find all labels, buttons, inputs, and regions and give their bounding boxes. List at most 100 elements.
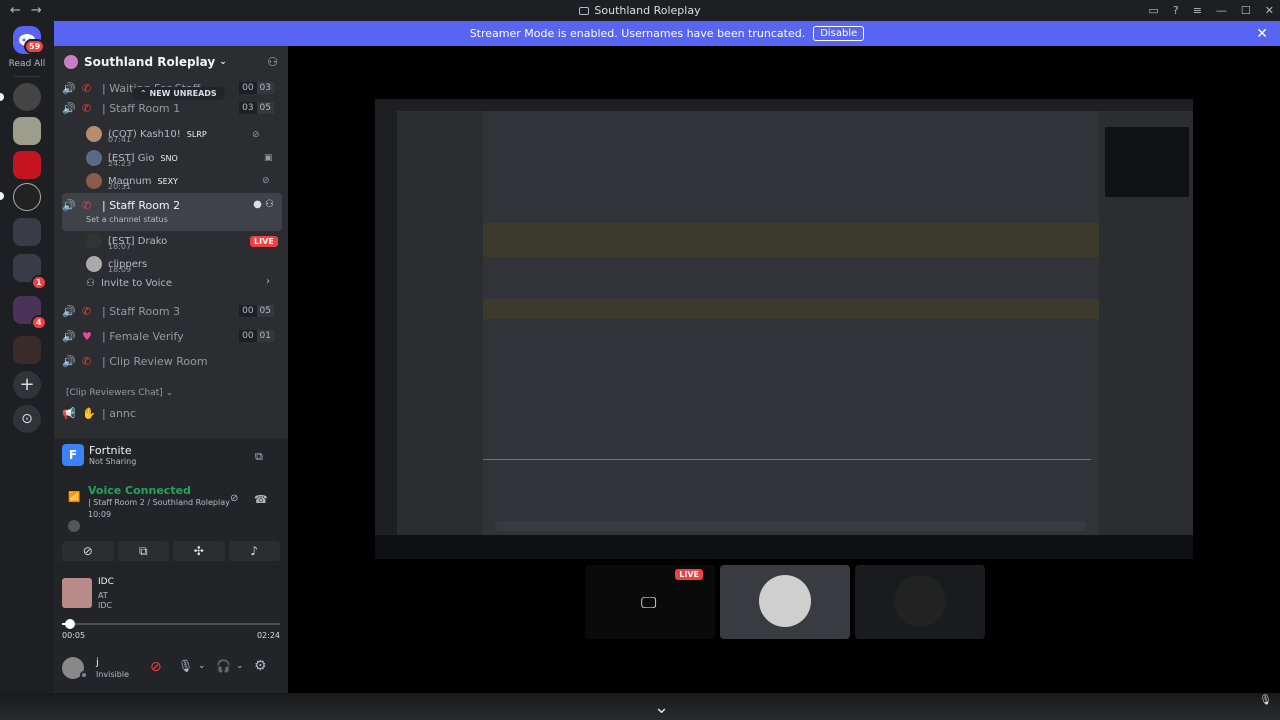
screen-share-button[interactable]: ⧉ bbox=[117, 541, 169, 561]
phone-icon: ✆ bbox=[82, 101, 92, 115]
microphone-icon[interactable]: 🎙 bbox=[178, 659, 193, 673]
voice-channel[interactable]: 🔊 ♥ | Female Verify 00 01 bbox=[62, 324, 282, 348]
phone-icon: ✆ bbox=[82, 199, 92, 212]
invite-to-voice[interactable]: ⚇ Invite to Voice bbox=[86, 272, 172, 294]
voice-user[interactable]: (COT) Kash10! 07:41 SLRP bbox=[86, 123, 207, 145]
voice-status[interactable]: Voice Connected bbox=[88, 484, 191, 497]
stream-off-icon[interactable]: ⊘ bbox=[150, 659, 162, 675]
text-channel[interactable]: 📢 ✋ | annc bbox=[62, 401, 282, 425]
user-panel: j Invisible ⊘ 🎙 ⌄ 🎧 ⌄ ⚙ bbox=[54, 647, 288, 693]
inner-titlebar bbox=[375, 99, 1193, 111]
noise-suppression-icon[interactable]: ⊘ bbox=[230, 493, 238, 504]
avatar bbox=[894, 575, 946, 627]
streamer-mode-banner: Streamer Mode is enabled. Usernames have… bbox=[54, 21, 1280, 46]
stream-screen[interactable] bbox=[375, 99, 1193, 559]
chevron-down-icon[interactable]: ⌄ bbox=[198, 661, 206, 671]
title-bar: ← → Southland Roleplay ▭ ? ≡ — ☐ ✕ bbox=[0, 0, 1280, 21]
voice-user[interactable]: [EST] Drako 18:07 bbox=[86, 230, 167, 252]
channel-status[interactable]: Set a channel status bbox=[86, 215, 168, 224]
headphones-icon[interactable]: 🎧 bbox=[216, 659, 231, 673]
speaker-icon: 🔊 bbox=[62, 81, 76, 95]
channel-sidebar: Southland Roleplay ⌄ ⚇ 🔊✆ | Waiting For … bbox=[54, 46, 288, 693]
server-folder[interactable] bbox=[13, 336, 41, 364]
screen-share-icon bbox=[579, 7, 590, 15]
forward-arrow-icon[interactable]: → bbox=[31, 3, 42, 18]
close-window-button[interactable]: ✕ bbox=[1265, 4, 1274, 17]
back-arrow-icon[interactable]: ← bbox=[10, 3, 21, 18]
live-badge: LIVE bbox=[250, 236, 278, 247]
category-header[interactable]: [Clip Reviewers Chat] ⌄ bbox=[66, 388, 173, 398]
minimize-button[interactable]: — bbox=[1216, 4, 1227, 17]
server-name: Southland Roleplay bbox=[84, 55, 216, 69]
inner-member-list bbox=[1099, 111, 1193, 535]
server-icon[interactable] bbox=[13, 83, 41, 111]
list-icon[interactable]: ≡ bbox=[1193, 4, 1202, 17]
avatar bbox=[68, 520, 80, 532]
voice-user[interactable]: [EST] Gio 24:23 SNO bbox=[86, 147, 178, 169]
add-user-icon: ⚇ bbox=[86, 277, 95, 289]
divider bbox=[14, 76, 40, 77]
soundboard-button[interactable]: ♪ bbox=[228, 541, 280, 561]
voice-channel[interactable]: 🔊 ✆ | Staff Room 1 03 05 bbox=[62, 96, 282, 120]
speaker-icon: 🔊 bbox=[62, 329, 76, 343]
live-badge: LIVE bbox=[675, 569, 703, 580]
speaker-icon: 🔊 bbox=[62, 199, 76, 212]
banner-text: Streamer Mode is enabled. Usernames have… bbox=[469, 27, 806, 40]
deafened-icon: ⊘ bbox=[252, 130, 260, 140]
window-title: Southland Roleplay bbox=[594, 4, 701, 17]
add-server-button[interactable]: + bbox=[13, 371, 41, 399]
voice-channel[interactable]: 🔊 ✆ | Clip Review Room bbox=[62, 349, 282, 373]
album-art bbox=[62, 578, 92, 608]
voice-channel-active[interactable]: 🔊 ✆ | Staff Room 2 Set a channel status ●… bbox=[62, 193, 282, 231]
inner-channel-list bbox=[397, 111, 483, 535]
music-player: IDC AT IDC 00:05 02:24 bbox=[54, 566, 288, 647]
server-icon[interactable] bbox=[13, 183, 41, 211]
add-member-icon[interactable]: ⚇ bbox=[267, 55, 278, 69]
inner-chat bbox=[483, 111, 1099, 535]
deafened-icon: ⊘ bbox=[262, 176, 270, 186]
chevron-down-icon[interactable]: ⌄ bbox=[654, 697, 669, 718]
duration-time: 02:24 bbox=[256, 631, 280, 640]
inner-taskbar bbox=[375, 535, 1193, 559]
sharing-status: Not Sharing bbox=[89, 457, 137, 466]
server-icon[interactable] bbox=[13, 151, 41, 179]
speaker-icon: 🔊 bbox=[62, 354, 76, 368]
phone-icon: ✆ bbox=[82, 354, 92, 368]
user-status: Invisible bbox=[96, 670, 129, 679]
hand-icon: ✋ bbox=[82, 406, 96, 420]
server-icon[interactable] bbox=[13, 117, 41, 145]
camera-off-button[interactable]: ⊘ bbox=[62, 541, 114, 561]
signal-icon: 📶 bbox=[68, 492, 81, 503]
help-icon[interactable]: ? bbox=[1173, 4, 1179, 17]
disconnect-icon[interactable]: ☎ bbox=[254, 493, 268, 506]
discover-icon[interactable]: ⊙ bbox=[13, 405, 41, 433]
voice-timer: 10:09 bbox=[88, 510, 112, 519]
voice-location[interactable]: | Staff Room 2 / Southland Roleplay bbox=[88, 498, 230, 507]
share-screen-icon[interactable]: ⧉ bbox=[255, 450, 263, 464]
maximize-button[interactable]: ☐ bbox=[1241, 4, 1251, 17]
chevron-down-icon[interactable]: ⌄ bbox=[236, 661, 244, 671]
activities-button[interactable]: ✣ bbox=[173, 541, 225, 561]
disable-button[interactable]: Disable bbox=[813, 26, 865, 41]
voice-channel[interactable]: 🔊 ✆ | Staff Room 3 00 05 bbox=[62, 299, 282, 323]
microphone-icon[interactable]: 🎙 bbox=[1259, 695, 1272, 706]
settings-gear-icon[interactable]: ⚙ bbox=[254, 658, 267, 674]
user-tile[interactable] bbox=[720, 565, 850, 639]
user-tile[interactable] bbox=[855, 565, 985, 639]
progress-track[interactable] bbox=[62, 619, 280, 629]
server-badge: 4 bbox=[31, 315, 47, 330]
close-icon[interactable]: ✕ bbox=[1256, 26, 1268, 42]
voice-user[interactable]: Magnum 20:31 SEXY bbox=[86, 170, 178, 192]
speaker-icon: 🔊 bbox=[62, 304, 76, 318]
monitor-icon: 🖵 bbox=[641, 593, 657, 612]
inbox-icon[interactable]: ▭ bbox=[1148, 4, 1158, 17]
phone-icon: ✆ bbox=[82, 304, 92, 318]
stream-stage: LIVE 🖵 bbox=[288, 46, 1280, 693]
read-all-button[interactable]: Read All bbox=[0, 59, 54, 69]
server-header[interactable]: Southland Roleplay ⌄ ⚇ bbox=[54, 46, 288, 78]
server-folder[interactable] bbox=[13, 218, 41, 246]
username[interactable]: j bbox=[96, 657, 99, 668]
stream-tile[interactable]: LIVE 🖵 bbox=[585, 565, 715, 639]
server-icon bbox=[64, 55, 78, 69]
progress-knob[interactable] bbox=[64, 619, 75, 629]
